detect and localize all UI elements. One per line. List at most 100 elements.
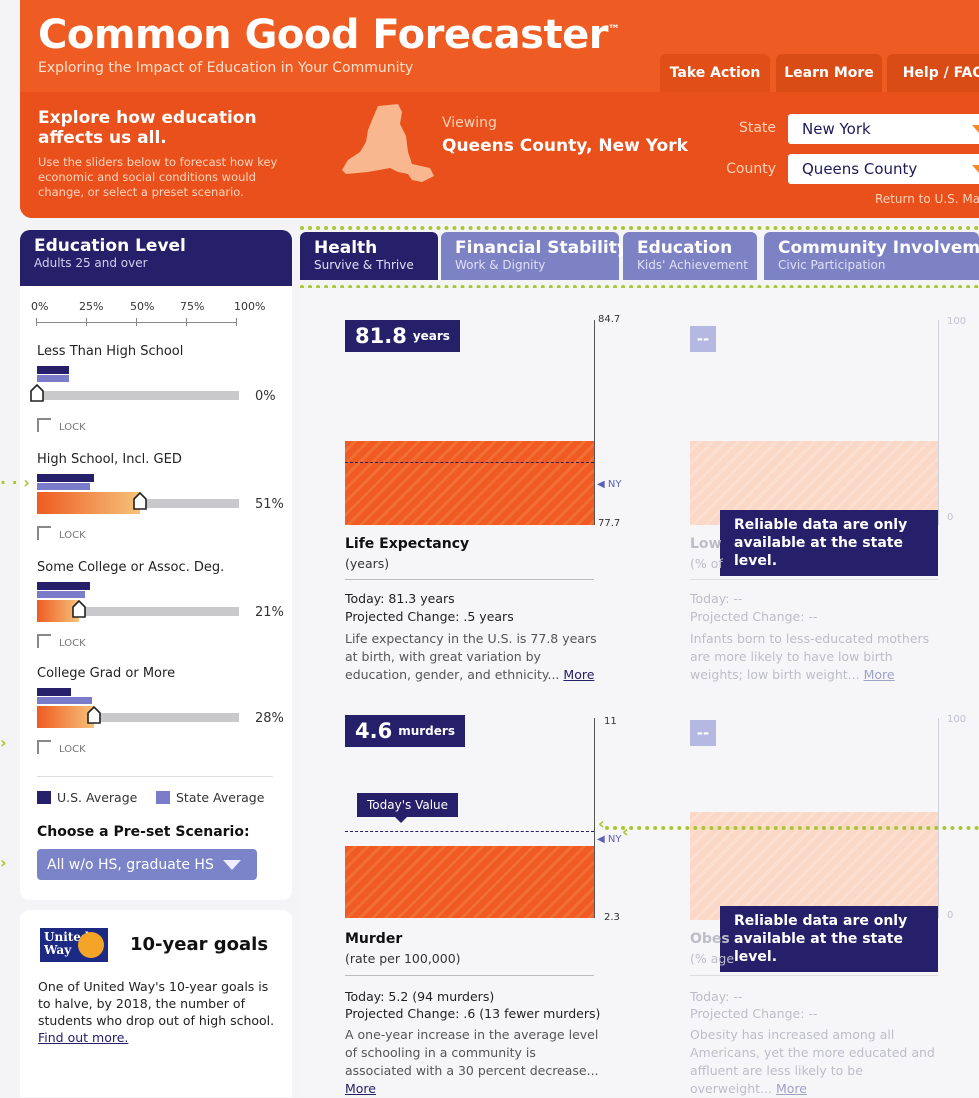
us-average-bar: [37, 474, 94, 482]
murder-value: 4.6 murders: [345, 715, 465, 747]
find-out-more-link[interactable]: Find out more.: [38, 1030, 128, 1045]
preset-heading: Choose a Pre-set Scenario:: [37, 824, 250, 840]
education-panel-subtitle: Adults 25 and over: [34, 256, 148, 270]
tab-community-involvement[interactable]: Community InvolvementCivic Participation: [764, 232, 979, 280]
annotation-dots: [605, 826, 979, 830]
checkbox-icon: [37, 418, 51, 432]
checkbox-icon: [37, 634, 51, 648]
state-level-notice: Reliable data are only available at the …: [720, 510, 938, 576]
site-subtitle: Exploring the Impact of Education in You…: [38, 60, 414, 76]
county-select[interactable]: Queens County: [788, 154, 979, 184]
state-average-bar: [37, 591, 85, 598]
tab-learn-more[interactable]: Learn More: [776, 54, 882, 92]
us-average-bar: [37, 582, 90, 590]
slider-handle[interactable]: [30, 383, 44, 402]
lowbirth-today: Today: --: [690, 591, 743, 606]
lock-checkbox[interactable]: LOCK: [37, 740, 86, 755]
life-description: Life expectancy in the U.S. is 77.8 year…: [345, 631, 597, 682]
life-axis: [594, 320, 595, 525]
scale-label: 25%: [79, 300, 104, 313]
slider-handle[interactable]: [72, 599, 86, 618]
low-birth-value: --: [690, 326, 716, 352]
obesity-axis-max: 100: [947, 714, 967, 725]
more-link[interactable]: More: [776, 1081, 807, 1096]
more-link[interactable]: More: [563, 667, 594, 682]
education-panel-title: Education Level: [34, 236, 186, 256]
legend-swatch: [37, 791, 51, 804]
county-label: County: [726, 161, 776, 177]
scale-tick: [236, 318, 237, 326]
slider-handle[interactable]: [87, 705, 101, 724]
legend-state: State Average: [156, 790, 264, 805]
state-label: State: [738, 120, 776, 136]
life-title: Life Expectancy: [345, 536, 470, 552]
lock-checkbox[interactable]: LOCK: [37, 418, 86, 433]
us-average-bar: [37, 366, 69, 374]
lock-checkbox[interactable]: LOCK: [37, 634, 86, 649]
state-average-bar: [37, 375, 69, 382]
annotation-arrow-icon: ›: [0, 733, 7, 752]
more-link[interactable]: More: [864, 667, 895, 682]
state-average-bar: [37, 483, 90, 490]
checkbox-icon: [37, 740, 51, 754]
ny-marker: ◀ NY: [597, 479, 622, 490]
life-subtitle: (years): [345, 556, 390, 571]
tab-education[interactable]: Education Kids' Achievement: [623, 232, 757, 280]
more-link[interactable]: More: [345, 1081, 376, 1096]
goals-panel: United Way 10-year goals One of United W…: [20, 910, 292, 1097]
murder-today: Today: 5.2 (94 murders): [345, 989, 495, 1004]
site-logo[interactable]: Common Good Forecaster™: [38, 12, 620, 58]
lowbirth-axis: [938, 320, 939, 525]
lowbirth-title: Low: [690, 536, 722, 552]
preset-scenario-select[interactable]: All w/o HS, graduate HS: [37, 849, 257, 880]
slider-track[interactable]: [37, 391, 239, 400]
todays-value-tooltip: Today's Value: [357, 793, 459, 823]
slider-fill: [37, 492, 140, 514]
us-average-bar: [37, 688, 71, 696]
united-way-logo: United Way: [40, 928, 108, 962]
life-axis-min: 77.7: [598, 518, 621, 529]
scale-label: 50%: [130, 300, 155, 313]
murder-bar: [345, 846, 594, 918]
murder-axis-max: 11: [604, 716, 617, 727]
slider-percent: 28%: [255, 711, 284, 726]
explore-text: Use the sliders below to forecast how ke…: [38, 155, 278, 199]
slider-label: College Grad or More: [37, 666, 176, 681]
viewing-location: Queens County, New York: [442, 136, 688, 156]
slider-percent: 51%: [255, 497, 284, 512]
active-indicator-dots: [300, 226, 979, 230]
slider-percent: 21%: [255, 605, 284, 620]
murder-axis-min: 2.3: [604, 912, 620, 923]
ny-marker: ◀ NY: [597, 834, 622, 845]
legend-swatch: [156, 791, 170, 804]
return-map-link[interactable]: Return to U.S. Ma: [875, 192, 979, 206]
obesity-projected: Projected Change: --: [690, 1006, 818, 1021]
scale-tick: [136, 318, 137, 326]
annotation-arrow-icon: ‹: [598, 814, 605, 833]
annotation-arrow-icon: ‹: [622, 822, 629, 841]
state-select[interactable]: New York: [788, 114, 979, 144]
slider-handle[interactable]: [133, 491, 147, 510]
divider: [345, 579, 594, 580]
murder-title: Murder: [345, 931, 403, 947]
tab-help-faq[interactable]: Help / FAQ: [887, 54, 979, 92]
checkbox-icon: [37, 526, 51, 540]
tab-take-action[interactable]: Take Action: [660, 54, 770, 92]
slider-percent: 0%: [255, 389, 276, 404]
life-projected: Projected Change: .5 years: [345, 609, 514, 624]
tab-financial-stability[interactable]: Financial Stability Work & Dignity: [441, 232, 628, 280]
slider-label: Some College or Assoc. Deg.: [37, 560, 225, 575]
chevron-down-icon: [223, 860, 241, 870]
lowbirth-axis-min: 0: [947, 512, 954, 523]
site-header: Common Good Forecaster™ Exploring the Im…: [20, 0, 979, 218]
slider-fill: [37, 706, 94, 728]
lowbirth-subtitle: (% of: [690, 556, 723, 571]
legend-us: U.S. Average: [37, 790, 137, 805]
scale-label: 100%: [234, 300, 266, 313]
obesity-subtitle: (% age: [690, 951, 735, 966]
tab-health[interactable]: Health Survive & Thrive: [300, 232, 438, 280]
divider: [690, 579, 938, 580]
lock-checkbox[interactable]: LOCK: [37, 526, 86, 541]
state-average-bar: [37, 697, 92, 704]
obesity-axis: [938, 718, 939, 918]
